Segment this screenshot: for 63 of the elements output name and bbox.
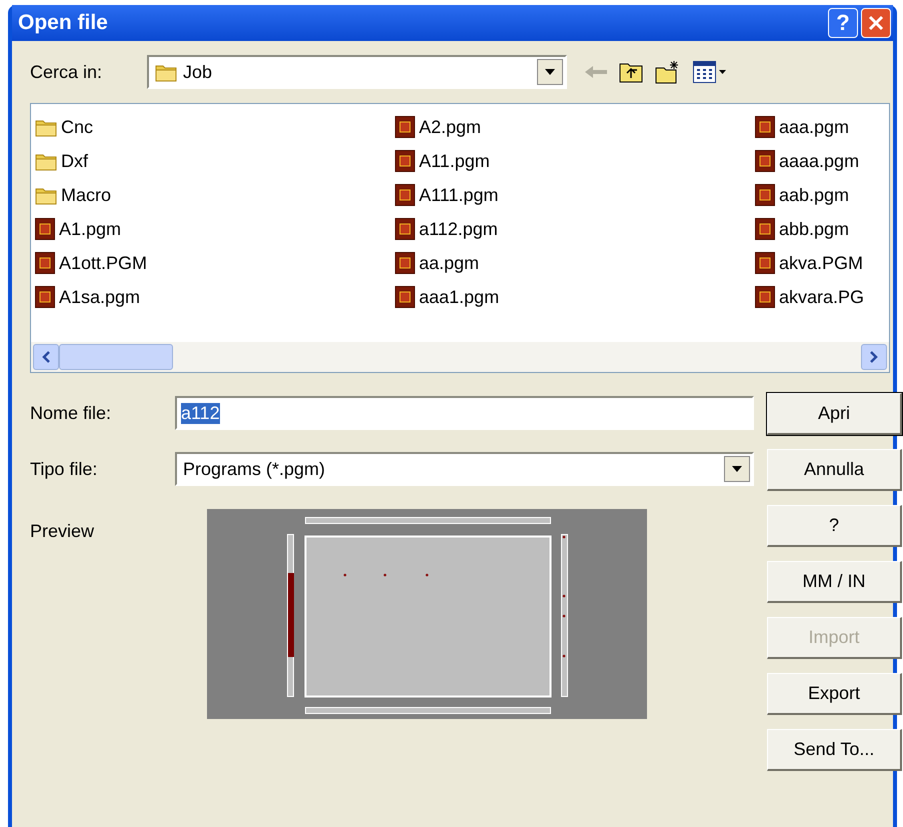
document-icon	[395, 252, 415, 274]
file-name[interactable]: abb.pgm	[779, 218, 850, 240]
file-name[interactable]: akvara.PG	[779, 286, 864, 308]
preview-label: Preview	[30, 520, 96, 543]
file-name[interactable]: A1ott.PGM	[59, 252, 148, 274]
file-name[interactable]: aab.pgm	[779, 184, 850, 206]
file-type-dropdown[interactable]: Programs (*.pgm)	[175, 452, 754, 486]
document-icon	[395, 184, 415, 206]
document-icon	[755, 184, 775, 206]
folder-name[interactable]: Dxf	[61, 150, 88, 172]
up-folder-icon[interactable]	[619, 61, 643, 83]
document-icon	[755, 286, 775, 308]
file-name[interactable]: aaa.pgm	[779, 116, 850, 138]
file-name[interactable]: A2.pgm	[419, 116, 482, 138]
scroll-right-button[interactable]	[861, 344, 887, 370]
file-name[interactable]: A1sa.pgm	[59, 286, 140, 308]
folder-name[interactable]: Macro	[61, 184, 112, 206]
document-icon	[395, 218, 415, 240]
dialog-button[interactable]: Send To...	[767, 729, 902, 771]
close-icon	[868, 15, 884, 31]
document-icon	[755, 252, 775, 274]
file-name[interactable]: aaaa.pgm	[779, 150, 860, 172]
dialog-button[interactable]: Annulla	[767, 449, 902, 491]
caret-icon	[545, 69, 555, 75]
document-icon	[35, 286, 55, 308]
document-icon	[35, 218, 55, 240]
document-icon	[755, 116, 775, 138]
file-name[interactable]: A1.pgm	[59, 218, 122, 240]
file-name[interactable]: A111.pgm	[419, 184, 498, 206]
document-icon	[395, 286, 415, 308]
dialog-button[interactable]: ?	[767, 505, 902, 547]
close-button[interactable]	[861, 8, 891, 38]
help-button[interactable]: ?	[828, 8, 858, 38]
file-name-value: a112	[181, 402, 220, 424]
caret-icon	[732, 466, 742, 472]
file-type-label: Tipo file:	[30, 458, 98, 480]
view-menu-icon[interactable]	[693, 61, 727, 83]
file-name[interactable]: aaa1.pgm	[419, 286, 500, 308]
file-type-value: Programs (*.pgm)	[183, 458, 326, 480]
file-name-label: Nome file:	[30, 402, 112, 424]
document-icon	[755, 218, 775, 240]
document-icon	[395, 116, 415, 138]
dialog-button[interactable]: Apri	[767, 393, 902, 435]
document-icon	[35, 252, 55, 274]
dialog-button[interactable]: MM / IN	[767, 561, 902, 603]
file-name-field[interactable]: a112	[175, 396, 754, 430]
window-title: Open file	[18, 11, 109, 35]
scrollbar-thumb[interactable]	[59, 344, 173, 370]
file-name[interactable]: A11.pgm	[419, 150, 490, 172]
file-name[interactable]: a112.pgm	[419, 218, 498, 240]
dialog-button[interactable]: Export	[767, 673, 902, 715]
file-name[interactable]: akva.PGM	[779, 252, 864, 274]
file-name[interactable]: aa.pgm	[419, 252, 480, 274]
scroll-left-button[interactable]	[33, 344, 59, 370]
new-folder-icon[interactable]	[655, 60, 681, 84]
look-in-value: Job	[183, 62, 212, 82]
look-in-label: Cerca in:	[30, 62, 104, 82]
dropdown-button[interactable]	[537, 59, 563, 85]
document-icon	[755, 150, 775, 172]
look-in-dropdown[interactable]: Job	[147, 55, 567, 89]
document-icon	[395, 150, 415, 172]
dropdown-button[interactable]	[724, 456, 750, 482]
folder-name[interactable]: Cnc	[61, 116, 94, 138]
